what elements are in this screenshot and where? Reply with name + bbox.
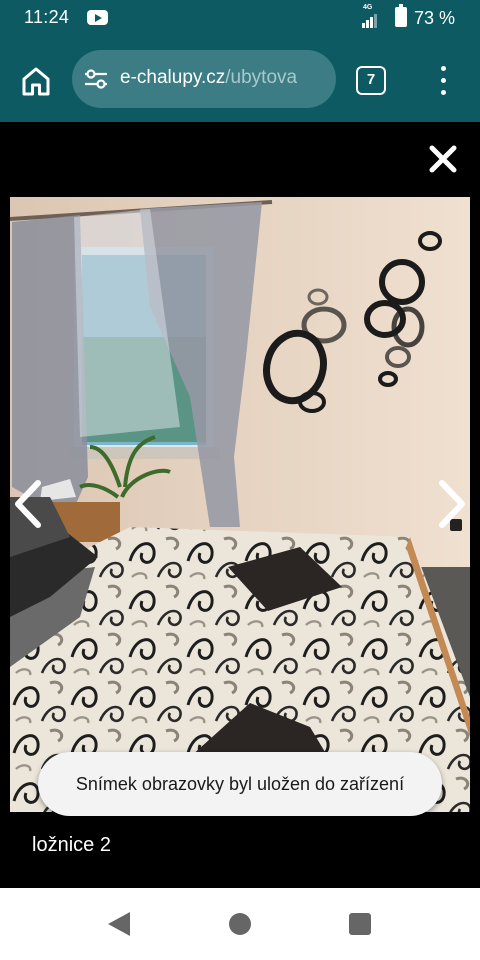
url-domain: e-chalupy.cz [120,67,226,88]
previous-photo-button[interactable] [8,477,48,531]
close-icon [429,145,457,173]
photo-caption: ložnice 2 [32,834,111,856]
battery-icon [395,4,407,27]
home-icon [22,67,50,96]
chevron-right-icon [439,480,465,528]
home-button[interactable] [18,63,54,99]
status-bar: 11:24 4G 73 % [0,0,480,38]
gallery-photo[interactable] [10,197,470,812]
battery-percent: 73 % [414,8,456,28]
site-settings-icon[interactable] [84,69,108,89]
network-type-label: 4G [363,4,373,11]
bedroom-photo [10,197,470,812]
recents-icon[interactable] [349,913,371,935]
url-path: /ubytova [225,67,298,88]
next-photo-button[interactable] [432,477,472,531]
tab-switcher-button[interactable]: 7 [356,66,386,95]
screenshot-saved-toast: Snímek obrazovky byl uložen do zařízení [38,752,442,816]
signal-icon [362,12,382,28]
more-vertical-icon[interactable] [436,66,450,96]
close-gallery-button[interactable] [428,144,458,174]
chevron-left-icon [15,480,41,528]
system-navigation-bar [0,888,480,960]
status-time: 11:24 [24,7,70,27]
home-circle-icon[interactable] [229,913,251,935]
url-text[interactable]: e-chalupy.cz/ubytova [120,67,297,89]
back-icon[interactable] [108,912,130,936]
url-bar[interactable]: e-chalupy.cz/ubytova [72,50,336,108]
youtube-icon [87,10,108,25]
browser-toolbar: e-chalupy.cz/ubytova 7 [0,38,480,122]
